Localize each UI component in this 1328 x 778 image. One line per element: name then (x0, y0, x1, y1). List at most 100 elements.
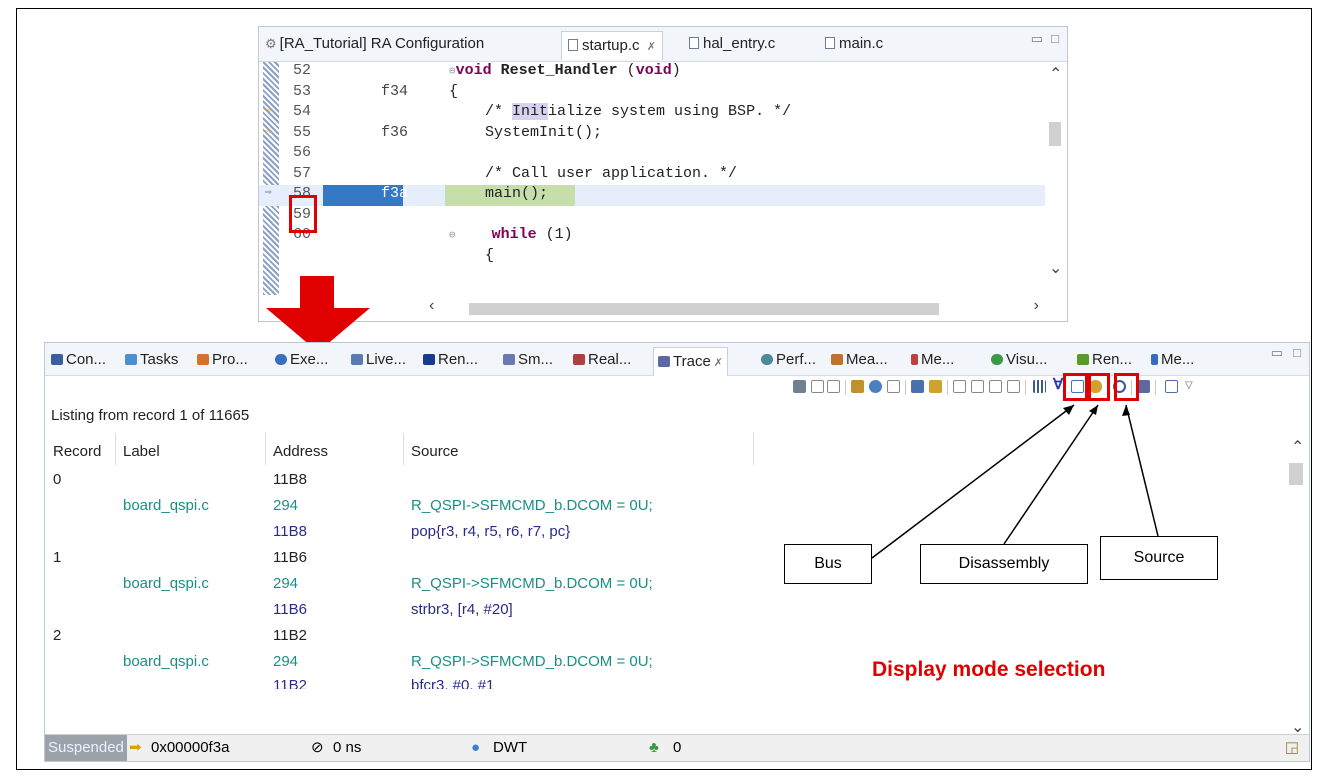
view-menu-icon[interactable]: ▽ (1185, 380, 1193, 393)
tab-executables[interactable]: Exe... (275, 350, 328, 370)
toolbar-button-icon[interactable] (971, 380, 984, 393)
tab-renesas[interactable]: Ren... (423, 350, 478, 370)
column-header-label[interactable]: Label (123, 443, 160, 460)
tab-trace[interactable]: Trace ✗ (653, 347, 729, 376)
minimize-icon[interactable]: ▭ (1031, 31, 1043, 47)
tab-visual[interactable]: Visu... (991, 350, 1047, 370)
status-pc: 0x00000f3a (151, 739, 230, 756)
toolbar-button-icon[interactable] (851, 380, 864, 393)
code-line: 56 (293, 144, 312, 161)
status-bar: Suspended ➡ 0x00000f3a ⊘ 0 ns ● DWT ♣ 0 … (45, 734, 1309, 761)
toolbar-button-icon[interactable] (887, 380, 900, 393)
row-address[interactable]: 11B8 (273, 467, 307, 493)
column-header-source[interactable]: Source (411, 443, 459, 460)
tab-live[interactable]: Live... (351, 350, 406, 370)
row-address[interactable]: 11B6 (273, 545, 307, 571)
line-number-highlight-box (289, 195, 317, 233)
row-label[interactable]: board_qspi.c (123, 493, 209, 519)
minimize-icon[interactable]: ▭ (1271, 345, 1283, 361)
scroll-thumb[interactable] (469, 303, 939, 315)
scroll-up-icon[interactable]: ⌃ (1049, 64, 1062, 84)
bus-mode-icon[interactable] (1033, 380, 1046, 393)
toolbar-button-icon[interactable] (793, 380, 806, 393)
column-header-address[interactable]: Address (273, 443, 328, 460)
tab-ra-configuration[interactable]: ⚙ [RA_Tutorial] RA Configuration (265, 33, 484, 55)
toolbar-button-icon[interactable] (989, 380, 1002, 393)
scroll-up-icon[interactable]: ⌃ (1291, 437, 1304, 457)
scroll-right-icon[interactable]: › (1034, 297, 1039, 315)
tab-realtime[interactable]: Real... (573, 350, 631, 370)
scroll-thumb[interactable] (1289, 463, 1303, 485)
info-icon: ● (471, 739, 481, 756)
row-source[interactable]: pop{r3, r4, r5, r6, r7, pc} (411, 519, 570, 545)
toolbar-button-icon[interactable] (811, 380, 824, 393)
row-address[interactable]: 294 (273, 493, 298, 519)
open-folder-icon[interactable] (929, 380, 942, 393)
filter-icon[interactable] (953, 380, 966, 393)
code-line: 59 (293, 205, 312, 223)
tab-hal-entry-c[interactable]: hal_entry.c (689, 33, 775, 55)
row-label[interactable]: board_qspi.c (123, 571, 209, 597)
row-source[interactable]: R_QSPI->SFMCMD_b.DCOM = 0U; (411, 493, 653, 519)
toolbar-button-icon[interactable] (1007, 380, 1020, 393)
row-address[interactable]: 11B2 (273, 673, 307, 689)
row-source[interactable]: R_QSPI->SFMCMD_b.DCOM = 0U; (411, 649, 653, 675)
editor-tab-bar: ⚙ [RA_Tutorial] RA Configuration startup.… (259, 27, 1067, 62)
tab-smart[interactable]: Sm... (503, 350, 553, 370)
maximize-icon[interactable]: □ (1293, 345, 1301, 360)
tab-memory-2[interactable]: Me... (1151, 350, 1194, 370)
row-source[interactable]: bfcr3, #0, #1 (411, 673, 494, 689)
close-tab-icon[interactable]: ✗ (647, 41, 656, 53)
row-source[interactable]: strbr3, [r4, #20] (411, 597, 513, 623)
breakpoint-marker-icon[interactable]: ⇨ (265, 103, 272, 117)
row-record[interactable]: 0 (53, 467, 61, 493)
program-counter-icon: ⇨ (265, 187, 272, 199)
realtime-icon (573, 354, 585, 365)
tab-renesas-2[interactable]: Ren... (1077, 350, 1132, 370)
clock-icon: ⊘ (311, 739, 324, 756)
display-mode-caption: Display mode selection (872, 658, 1106, 681)
tab-startup-c[interactable]: startup.c ✗ (561, 31, 663, 60)
editor-vertical-scrollbar[interactable]: ⌃ ⌄ (1045, 62, 1067, 295)
tab-tasks[interactable]: Tasks (125, 350, 178, 370)
current-line: ⇨ 58 f3a main(); (259, 185, 1067, 206)
row-record[interactable]: 1 (53, 545, 61, 571)
row-label[interactable]: board_qspi.c (123, 649, 209, 675)
maximize-icon[interactable]: □ (1051, 31, 1059, 46)
scroll-thumb[interactable] (1049, 122, 1061, 146)
breakpoint-marker-icon[interactable]: ⇨ (265, 124, 272, 138)
tab-main-c[interactable]: main.c (825, 33, 883, 55)
code-line: 60 ⊖ while (1) (293, 226, 573, 243)
code-editor: ⚙ [RA_Tutorial] RA Configuration startup.… (258, 26, 1068, 322)
close-tab-icon[interactable]: ✗ (714, 357, 723, 369)
tab-memory[interactable]: Me... (911, 350, 954, 370)
row-address[interactable]: 11B2 (273, 623, 307, 649)
executables-icon (275, 354, 287, 365)
tab-performance[interactable]: Perf... (761, 350, 816, 370)
row-address[interactable]: 11B8 (273, 519, 307, 545)
row-source[interactable]: R_QSPI->SFMCMD_b.DCOM = 0U; (411, 571, 653, 597)
trace-vertical-scrollbar[interactable]: ⌃ ⌄ (1287, 433, 1309, 737)
status-state: Suspended (45, 735, 127, 761)
row-address[interactable]: 11B6 (273, 597, 307, 623)
toolbar-button-icon[interactable] (1165, 380, 1178, 393)
tab-measure[interactable]: Mea... (831, 350, 888, 370)
scroll-left-icon[interactable]: ‹ (429, 297, 434, 315)
visual-icon (991, 354, 1003, 365)
status-tool-icon[interactable]: ◲ (1285, 735, 1299, 761)
tab-console[interactable]: Con... (51, 350, 106, 370)
tasks-icon (125, 354, 137, 365)
tab-problems[interactable]: Pro... (197, 350, 248, 370)
search-icon[interactable] (869, 380, 882, 393)
save-icon[interactable] (911, 380, 924, 393)
editor-horizontal-scrollbar[interactable]: ‹ › (419, 297, 1045, 319)
column-header-record[interactable]: Record (53, 443, 101, 460)
disassembly-mode-highlight-box (1088, 373, 1110, 401)
row-address[interactable]: 294 (273, 649, 298, 675)
code-line: 57 /* Call user application. */ (293, 164, 738, 182)
row-address[interactable]: 294 (273, 571, 298, 597)
disassembly-mode-icon[interactable]: ∀ (1053, 377, 1063, 392)
toolbar-button-icon[interactable] (827, 380, 840, 393)
row-record[interactable]: 2 (53, 623, 61, 649)
scroll-down-icon[interactable]: ⌄ (1049, 258, 1062, 278)
